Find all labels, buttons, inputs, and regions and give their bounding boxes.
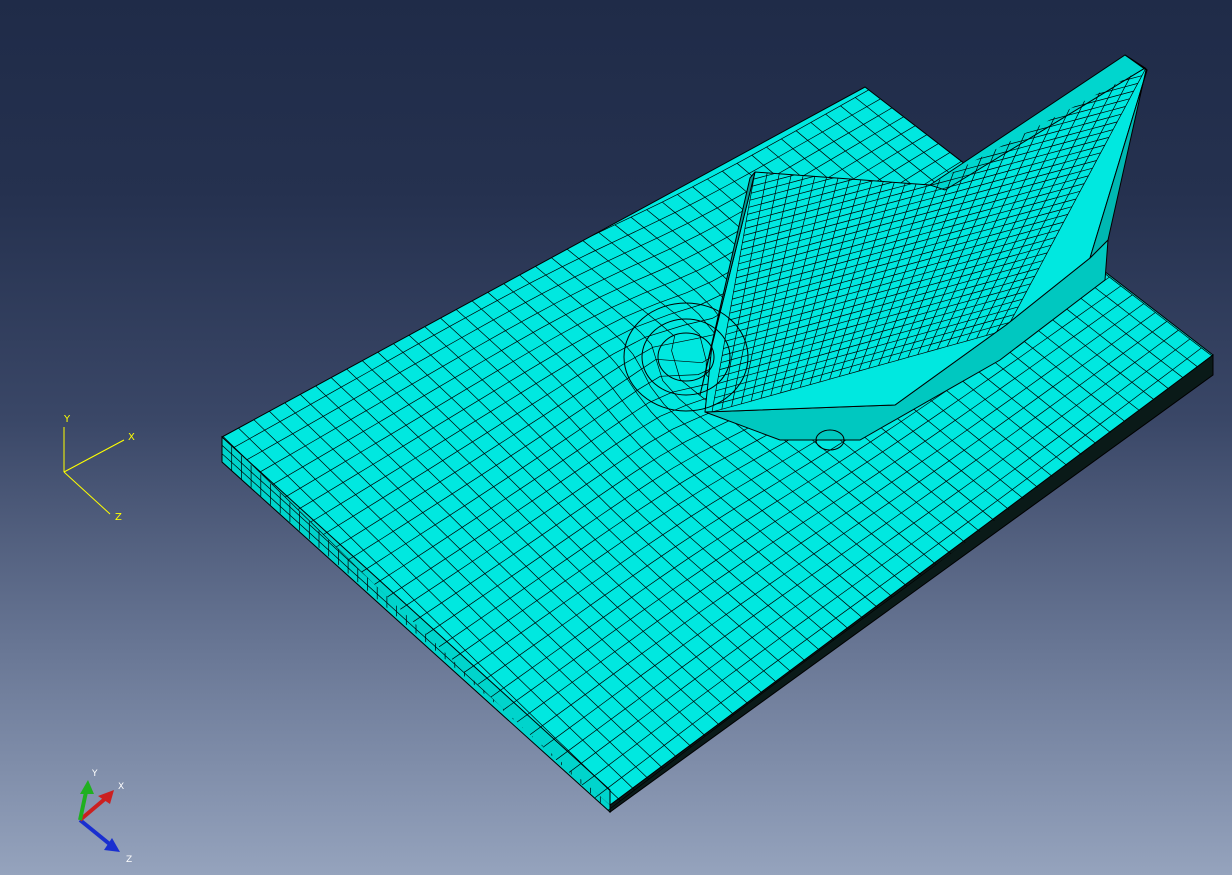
- model-canvas[interactable]: Y X Z Y X Z: [0, 0, 1232, 875]
- axes-sketch-z-axis: [63, 471, 111, 515]
- triad-z-arrow: [78, 818, 114, 848]
- axes-sketch-z-label: Z: [115, 512, 122, 523]
- axes-sketch: Y X Z: [63, 414, 135, 523]
- model-viewport[interactable]: Y X Z Y X Z: [0, 0, 1232, 875]
- axes-sketch-x-label: X: [128, 432, 135, 443]
- triad-x-label: X: [118, 782, 124, 792]
- triad-y-arrowhead: [80, 780, 94, 794]
- triad-y-label: Y: [91, 769, 98, 779]
- axes-sketch-y-label: Y: [63, 414, 71, 425]
- triad-z-label: Z: [126, 855, 132, 865]
- axes-sketch-x-axis: [63, 439, 125, 473]
- view-triad[interactable]: Y X Z: [78, 769, 132, 865]
